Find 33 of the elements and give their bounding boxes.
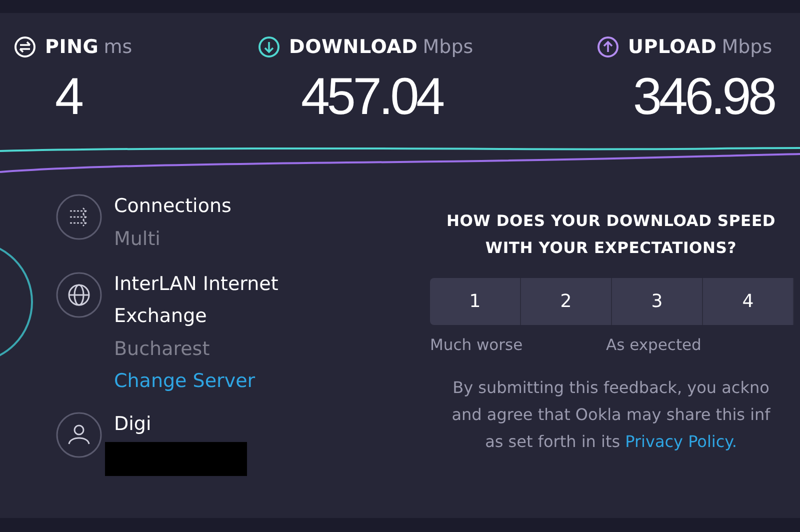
rating-button[interactable]: 4 [703, 278, 794, 325]
metric-label: UPLOAD [628, 36, 717, 58]
change-server-link[interactable]: Change Server [114, 366, 278, 396]
metric-unit: Mbps [722, 36, 772, 58]
metric-value: 4 [55, 67, 81, 128]
rating-button[interactable]: 3 [612, 278, 703, 325]
info-detail: Multi [114, 227, 162, 252]
arrows-icon [56, 194, 102, 240]
metric-label: PING [45, 36, 99, 58]
info-title: InterLAN Internet [114, 272, 278, 297]
feedback-question: WITH YOUR EXPECTATIONS? [485, 238, 737, 259]
feedback-notice: By submitting this feedback, you ackno [452, 377, 770, 399]
metric-value: 346.98 [633, 67, 774, 128]
privacy-policy-link[interactable]: Privacy Policy. [625, 432, 737, 451]
user-icon [56, 412, 102, 458]
feedback-notice: as set forth in its [485, 432, 620, 451]
metric-unit: Mbps [422, 36, 474, 58]
metric-value: 457.04 [301, 67, 442, 128]
metric-unit: ms [104, 36, 132, 58]
speed-type-icon [14, 36, 36, 58]
globe-icon [56, 272, 102, 318]
feedback-question: HOW DOES YOUR DOWNLOAD SPEED [446, 211, 776, 232]
info-title: Connections [114, 194, 232, 219]
speed-type-icon [597, 36, 619, 58]
rating-button[interactable]: 1 [430, 278, 521, 325]
info-title: Digi [114, 412, 152, 437]
feedback-notice: and agree that Ookla may share this inf [452, 404, 770, 426]
metric-label: DOWNLOAD [289, 36, 418, 58]
scale-label: As expected [606, 336, 702, 354]
info-detail: Bucharest [114, 337, 211, 362]
speed-type-icon [258, 36, 280, 58]
rating-button[interactable]: 2 [521, 278, 612, 325]
info-title: Exchange [114, 304, 208, 329]
